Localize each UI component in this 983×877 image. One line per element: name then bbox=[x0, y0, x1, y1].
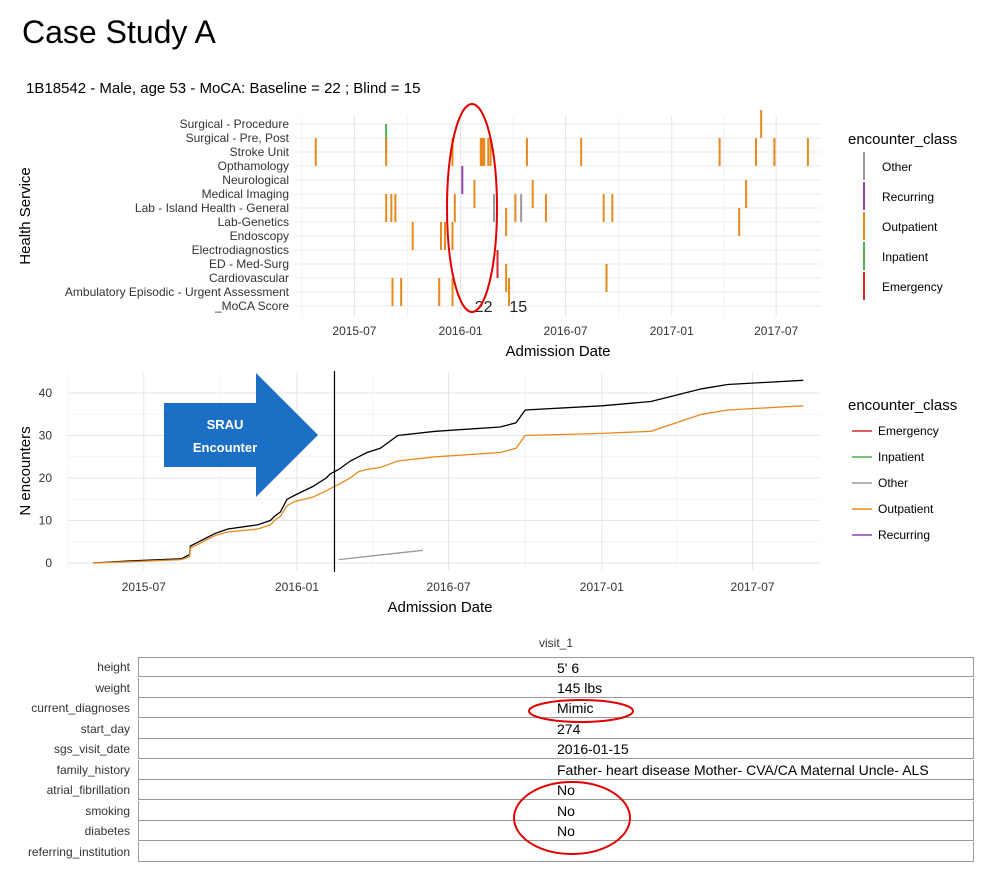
y-tick-label: Surgical - Pre, Post bbox=[186, 131, 290, 145]
table-row: current_diagnoses Mimic bbox=[0, 698, 983, 719]
y-tick-label: Lab-Genetics bbox=[218, 215, 289, 229]
table-row: referring_institution bbox=[0, 841, 983, 863]
x-tick-label: 2016-07 bbox=[544, 324, 588, 338]
x-axis-title: Admission Date bbox=[387, 599, 492, 616]
x-tick-label: 2016-07 bbox=[427, 580, 471, 594]
row-cell: No bbox=[138, 780, 974, 800]
row-cell: 5' 6 bbox=[138, 657, 974, 677]
row-cell: No bbox=[138, 800, 974, 821]
x-tick-label: 2017-01 bbox=[650, 324, 694, 338]
x-tick-label: 2016-01 bbox=[275, 580, 319, 594]
table-row: atrial_fibrillation No bbox=[0, 780, 983, 801]
row-cell: 2016-01-15 bbox=[138, 739, 974, 759]
row-value: No bbox=[557, 802, 575, 819]
y-tick-label: 20 bbox=[39, 471, 53, 485]
y-tick-label: Opthamology bbox=[218, 159, 289, 173]
moca-score-label: 15 bbox=[509, 299, 527, 316]
y-tick-label: Stroke Unit bbox=[230, 145, 290, 159]
y-axis-title: N encounters bbox=[17, 426, 34, 515]
x-tick-label: 2017-07 bbox=[754, 324, 798, 338]
row-cell: 145 lbs bbox=[138, 677, 974, 698]
arrow-label-line2: Encounter bbox=[193, 440, 257, 455]
y-tick-label: ED - Med-Surg bbox=[209, 257, 289, 271]
legend-label: Inpatient bbox=[878, 450, 925, 464]
y-tick-label: 40 bbox=[39, 386, 53, 400]
row-value: 5' 6 bbox=[557, 660, 580, 676]
y-tick-label: Medical Imaging bbox=[202, 187, 289, 201]
row-label: diabetes bbox=[84, 824, 130, 838]
y-tick-label: 0 bbox=[45, 556, 52, 570]
cumulative-encounters-chart: 0 10 20 30 40 2015-07 2016-01 2016-07 2017-01 201… bbox=[17, 371, 957, 616]
y-tick-label: Neurological bbox=[222, 173, 289, 187]
y-tick-label: Electrodiagnostics bbox=[192, 243, 289, 257]
row-label: height bbox=[97, 660, 130, 674]
row-value: 274 bbox=[557, 720, 581, 737]
x-tick-label: 2015-07 bbox=[332, 324, 376, 338]
table-row: weight 145 lbs bbox=[0, 677, 983, 699]
y-axis-title: Health Service bbox=[17, 167, 34, 265]
row-value: Father- heart disease Mother- CVA/CA Mat… bbox=[557, 761, 929, 778]
row-label: referring_institution bbox=[27, 844, 130, 859]
plot-background bbox=[68, 373, 820, 570]
x-tick-label: 2016-01 bbox=[439, 324, 483, 338]
y-tick-label: 10 bbox=[39, 514, 53, 528]
legend-label: Recurring bbox=[882, 190, 934, 204]
row-label: smoking bbox=[85, 803, 130, 818]
row-cell: No bbox=[138, 821, 974, 841]
plot-background bbox=[295, 116, 820, 317]
table-row: family_history Father- heart disease Moth… bbox=[0, 759, 983, 781]
y-tick-label: Surgical - Procedure bbox=[180, 117, 290, 131]
legend-label: Emergency bbox=[882, 280, 943, 294]
legend-label: Inpatient bbox=[882, 250, 929, 264]
row-cell: Father- heart disease Mother- CVA/CA Mat… bbox=[138, 759, 974, 780]
legend-label: Other bbox=[878, 476, 908, 490]
y-tick-label: 30 bbox=[39, 429, 53, 443]
legend-label: Emergency bbox=[878, 424, 939, 438]
row-label: current_diagnoses bbox=[31, 701, 130, 715]
row-value: No bbox=[557, 823, 575, 839]
x-tick-label: 2017-07 bbox=[731, 580, 775, 594]
table-row: height 5' 6 bbox=[0, 657, 983, 678]
legend-label: Outpatient bbox=[878, 502, 934, 516]
row-cell bbox=[138, 841, 974, 862]
table-row: sgs_visit_date 2016-01-15 bbox=[0, 739, 983, 760]
legend-title: encounter_class bbox=[848, 397, 957, 414]
row-value: No bbox=[557, 782, 575, 798]
legend-label: Other bbox=[882, 160, 912, 174]
y-tick-label: Cardiovascular bbox=[209, 271, 289, 285]
y-tick-label: Endoscopy bbox=[230, 229, 289, 243]
x-tick-label: 2015-07 bbox=[122, 580, 166, 594]
x-axis-title: Admission Date bbox=[505, 343, 610, 360]
row-label: atrial_fibrillation bbox=[46, 783, 130, 797]
visit-table: visit_1 height 5' 6 weight 145 lbs current_d… bbox=[0, 630, 983, 877]
table-row: smoking No bbox=[0, 800, 983, 822]
y-tick-label: Lab - Island Health - General bbox=[135, 201, 289, 215]
row-cell: 274 bbox=[138, 718, 974, 739]
row-label: sgs_visit_date bbox=[53, 742, 130, 756]
encounter-timeline-chart: Surgical - ProcedureSurgical - Pre, Post… bbox=[17, 103, 957, 360]
row-label: weight bbox=[95, 680, 130, 695]
row-value: Mimic bbox=[557, 700, 594, 716]
row-value: 2016-01-15 bbox=[557, 741, 629, 757]
legend-label: Outpatient bbox=[882, 220, 938, 234]
row-cell: Mimic bbox=[138, 698, 974, 718]
x-tick-label: 2017-01 bbox=[580, 580, 624, 594]
table-row: diabetes No bbox=[0, 821, 983, 842]
visit-column-header: visit_1 bbox=[538, 636, 573, 650]
arrow-label-line1: SRAU bbox=[207, 417, 244, 432]
y-tick-label: Ambulatory Episodic - Urgent Assessment bbox=[65, 285, 290, 299]
y-tick-label: _MoCA Score bbox=[214, 299, 289, 313]
legend-label: Recurring bbox=[878, 528, 930, 542]
row-label: start_day bbox=[80, 721, 130, 736]
table-row: start_day 274 bbox=[0, 718, 983, 740]
row-label: family_history bbox=[56, 762, 130, 777]
row-value: 145 lbs bbox=[557, 679, 603, 696]
legend-title: encounter_class bbox=[848, 131, 957, 148]
